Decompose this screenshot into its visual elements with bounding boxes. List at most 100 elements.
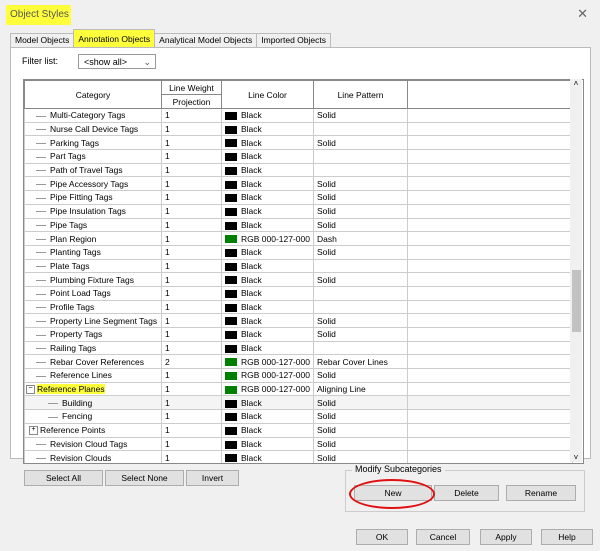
table-row[interactable]: Railing Tags 1 Black: [24, 340, 573, 356]
category-cell[interactable]: Planting Tags: [24, 244, 162, 260]
line-color-cell[interactable]: Black: [221, 450, 314, 463]
line-pattern-cell[interactable]: Solid: [313, 135, 408, 151]
line-weight-cell[interactable]: 1: [161, 244, 222, 260]
line-color-cell[interactable]: Black: [221, 436, 314, 452]
table-row[interactable]: Parking Tags 1 Black Solid: [24, 135, 573, 151]
table-row[interactable]: Planting Tags 1 Black Solid: [24, 244, 573, 260]
table-row[interactable]: Rebar Cover References 2 RGB 000-127-000 Re…: [24, 354, 573, 370]
line-weight-cell[interactable]: 1: [161, 108, 222, 123]
line-weight-cell[interactable]: 1: [161, 231, 222, 246]
header-line-color[interactable]: Line Color: [221, 80, 314, 109]
category-cell[interactable]: Property Line Segment Tags: [24, 313, 162, 328]
line-color-cell[interactable]: RGB 000-127-000: [221, 231, 314, 246]
line-weight-cell[interactable]: 1: [161, 313, 222, 328]
category-cell[interactable]: Reference Lines: [24, 368, 162, 383]
line-pattern-cell[interactable]: [313, 149, 408, 164]
table-row[interactable]: Revision Clouds 1 Black Solid: [24, 450, 573, 463]
line-color-cell[interactable]: Black: [221, 313, 314, 328]
line-weight-cell[interactable]: 1: [161, 436, 222, 452]
line-pattern-cell[interactable]: Solid: [313, 436, 408, 452]
collapse-icon[interactable]: −: [26, 385, 35, 395]
line-weight-cell[interactable]: 1: [161, 395, 222, 411]
select-all-button[interactable]: Select All: [24, 470, 103, 486]
line-color-cell[interactable]: Black: [221, 272, 314, 287]
table-row[interactable]: Property Line Segment Tags 1 Black Solid: [24, 313, 573, 328]
line-weight-cell[interactable]: 1: [161, 409, 222, 424]
tab-model-objects[interactable]: Model Objects: [10, 33, 75, 47]
category-cell[interactable]: Rebar Cover References: [24, 354, 162, 370]
line-pattern-cell[interactable]: Dash: [313, 231, 408, 246]
line-pattern-cell[interactable]: Solid: [313, 244, 408, 260]
category-cell[interactable]: Fencing: [24, 409, 162, 424]
line-color-cell[interactable]: Black: [221, 422, 314, 438]
tab-imported-objects[interactable]: Imported Objects: [256, 33, 331, 47]
header-line-pattern[interactable]: Line Pattern: [313, 80, 408, 109]
line-weight-cell[interactable]: 1: [161, 135, 222, 151]
line-weight-cell[interactable]: 1: [161, 149, 222, 164]
category-cell[interactable]: − Reference Planes: [24, 381, 162, 397]
line-color-cell[interactable]: Black: [221, 409, 314, 424]
table-row[interactable]: Point Load Tags 1 Black: [24, 285, 573, 301]
line-weight-cell[interactable]: 1: [161, 450, 222, 463]
line-weight-cell[interactable]: 1: [161, 340, 222, 356]
category-cell[interactable]: Plan Region: [24, 231, 162, 246]
line-pattern-cell[interactable]: [313, 121, 408, 137]
table-row[interactable]: Revision Cloud Tags 1 Black Solid: [24, 436, 573, 452]
table-row[interactable]: Pipe Fitting Tags 1 Black Solid: [24, 190, 573, 205]
line-color-cell[interactable]: Black: [221, 258, 314, 274]
line-pattern-cell[interactable]: Solid: [313, 409, 408, 424]
line-weight-cell[interactable]: 1: [161, 162, 222, 178]
line-weight-cell[interactable]: 1: [161, 299, 222, 315]
table-row[interactable]: Property Tags 1 Black Solid: [24, 327, 573, 342]
expand-icon[interactable]: +: [29, 426, 38, 436]
table-row[interactable]: Plumbing Fixture Tags 1 Black Solid: [24, 272, 573, 287]
line-pattern-cell[interactable]: [313, 299, 408, 315]
table-row[interactable]: Profile Tags 1 Black: [24, 299, 573, 315]
line-color-cell[interactable]: Black: [221, 217, 314, 233]
cancel-button[interactable]: Cancel: [416, 529, 470, 545]
line-pattern-cell[interactable]: Solid: [313, 313, 408, 328]
line-weight-cell[interactable]: 1: [161, 190, 222, 205]
category-cell[interactable]: Plate Tags: [24, 258, 162, 274]
scroll-down-icon[interactable]: ˅: [570, 453, 582, 462]
line-weight-cell[interactable]: 1: [161, 203, 222, 219]
line-pattern-cell[interactable]: Solid: [313, 368, 408, 383]
line-weight-cell[interactable]: 1: [161, 217, 222, 233]
line-weight-cell[interactable]: 1: [161, 258, 222, 274]
apply-button[interactable]: Apply: [480, 529, 532, 545]
line-color-cell[interactable]: Black: [221, 162, 314, 178]
line-pattern-cell[interactable]: Solid: [313, 327, 408, 342]
line-color-cell[interactable]: Black: [221, 299, 314, 315]
table-row[interactable]: Fencing 1 Black Solid: [24, 409, 573, 424]
category-cell[interactable]: Profile Tags: [24, 299, 162, 315]
invert-button[interactable]: Invert: [186, 470, 239, 486]
line-weight-cell[interactable]: 1: [161, 368, 222, 383]
line-pattern-cell[interactable]: Solid: [313, 176, 408, 192]
scroll-up-icon[interactable]: ˄: [570, 79, 582, 88]
category-cell[interactable]: Revision Clouds: [24, 450, 162, 463]
scrollbar-thumb[interactable]: [572, 270, 581, 332]
category-cell[interactable]: Pipe Insulation Tags: [24, 203, 162, 219]
line-weight-cell[interactable]: 1: [161, 381, 222, 397]
line-color-cell[interactable]: Black: [221, 121, 314, 137]
table-row[interactable]: Plate Tags 1 Black: [24, 258, 573, 274]
line-color-cell[interactable]: Black: [221, 108, 314, 123]
line-pattern-cell[interactable]: Solid: [313, 395, 408, 411]
category-cell[interactable]: Pipe Fitting Tags: [24, 190, 162, 205]
category-cell[interactable]: Parking Tags: [24, 135, 162, 151]
line-color-cell[interactable]: RGB 000-127-000: [221, 368, 314, 383]
line-weight-cell[interactable]: 1: [161, 272, 222, 287]
line-pattern-cell[interactable]: [313, 162, 408, 178]
header-category[interactable]: Category: [24, 80, 162, 109]
table-row[interactable]: − Reference Planes 1 RGB 000-127-000 Alignin…: [24, 381, 573, 397]
line-weight-cell[interactable]: 1: [161, 422, 222, 438]
category-cell[interactable]: Property Tags: [24, 327, 162, 342]
category-cell[interactable]: Pipe Tags: [24, 217, 162, 233]
category-cell[interactable]: Nurse Call Device Tags: [24, 121, 162, 137]
line-weight-cell[interactable]: 1: [161, 285, 222, 301]
category-cell[interactable]: Plumbing Fixture Tags: [24, 272, 162, 287]
filter-select[interactable]: <show all> ⌄: [78, 54, 156, 69]
line-weight-cell[interactable]: 2: [161, 354, 222, 370]
category-cell[interactable]: Part Tags: [24, 149, 162, 164]
category-cell[interactable]: Point Load Tags: [24, 285, 162, 301]
